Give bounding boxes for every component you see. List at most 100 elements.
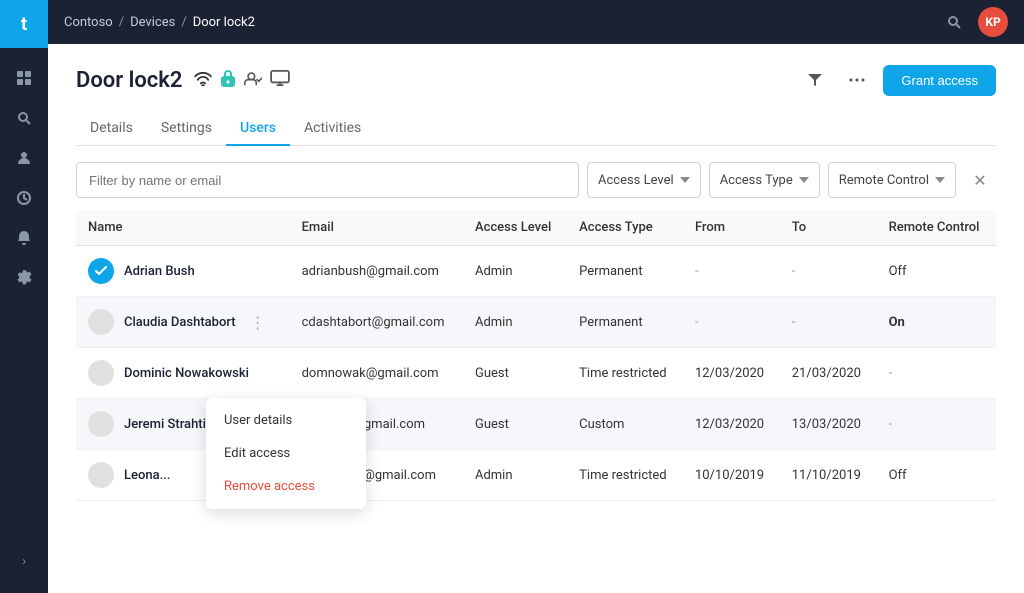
cell-to: 21/03/2020	[780, 348, 877, 399]
topbar-search-btn[interactable]	[938, 6, 970, 38]
lock-icon	[220, 69, 236, 91]
col-to: To	[780, 210, 877, 246]
sidebar-item-user[interactable]	[6, 140, 42, 176]
ctx-remove-access[interactable]: Remove access	[206, 470, 366, 503]
cell-access-type: Custom	[567, 399, 683, 450]
remote-control-label: Remote Control	[839, 173, 929, 188]
user-name: Dominic Nowakowski	[124, 366, 249, 381]
tabs: Details Settings Users Activities	[76, 112, 996, 146]
filter-row: Access Level Access Type Remote Control …	[76, 162, 996, 198]
cell-remote: -	[877, 399, 996, 450]
page-body: Door lock2	[48, 44, 1024, 593]
monitor-icon	[270, 70, 290, 90]
access-type-dropdown[interactable]: Access Type	[709, 162, 820, 198]
wifi-icon	[194, 71, 212, 90]
sidebar-item-grid[interactable]	[6, 60, 42, 96]
cell-from: 12/03/2020	[683, 399, 780, 450]
sidebar-item-bell[interactable]	[6, 220, 42, 256]
cell-access-level: Admin	[463, 297, 567, 348]
col-name: Name	[76, 210, 290, 246]
access-level-label: Access Level	[598, 173, 674, 188]
topbar-avatar[interactable]: KP	[978, 7, 1008, 37]
col-remote: Remote Control	[877, 210, 996, 246]
ctx-user-details[interactable]: User details	[206, 404, 366, 437]
table-row: Adrian Bush adrianbush@gmail.com Admin P…	[76, 246, 996, 297]
user-name: Adrian Bush	[124, 264, 195, 279]
cell-name: Dominic Nowakowski	[76, 348, 290, 399]
user-avatar	[88, 411, 114, 437]
cell-access-type: Permanent	[567, 297, 683, 348]
topbar: Contoso / Devices / Door lock2 KP	[48, 0, 1024, 44]
sidebar-nav	[6, 48, 42, 537]
tab-details[interactable]: Details	[76, 112, 147, 146]
page-actions: Grant access	[799, 64, 996, 96]
user-avatar	[88, 360, 114, 386]
filter-close-btn[interactable]: ✕	[964, 164, 996, 196]
breadcrumb: Contoso / Devices / Door lock2	[64, 15, 255, 30]
col-access-type: Access Type	[567, 210, 683, 246]
page-header: Door lock2	[76, 64, 996, 96]
user-check-icon	[244, 70, 262, 90]
cell-access-level: Admin	[463, 246, 567, 297]
table-wrap: Name Email Access Level Access Type From…	[76, 210, 996, 501]
cell-remote: -	[877, 348, 996, 399]
user-name: Leona...	[124, 468, 170, 483]
tab-settings[interactable]: Settings	[147, 112, 226, 146]
col-email: Email	[290, 210, 463, 246]
cell-remote: Off	[877, 450, 996, 501]
app-logo[interactable]: t	[0, 0, 48, 48]
breadcrumb-current: Door lock2	[193, 15, 255, 30]
cell-from: 10/10/2019	[683, 450, 780, 501]
filter-input-wrap[interactable]	[76, 162, 579, 198]
access-level-dropdown[interactable]: Access Level	[587, 162, 701, 198]
breadcrumb-sep1: /	[119, 15, 124, 30]
user-avatar	[88, 462, 114, 488]
grant-access-button[interactable]: Grant access	[883, 65, 996, 96]
cell-access-type: Time restricted	[567, 450, 683, 501]
cell-to: 13/03/2020	[780, 399, 877, 450]
context-menu: User details Edit access Remove access	[206, 398, 366, 509]
cell-to: 11/10/2019	[780, 450, 877, 501]
tab-users[interactable]: Users	[226, 112, 290, 146]
more-options-btn[interactable]	[841, 64, 873, 96]
cell-access-type: Time restricted	[567, 348, 683, 399]
user-avatar	[88, 309, 114, 335]
cell-remote: On	[877, 297, 996, 348]
cell-remote: Off	[877, 246, 996, 297]
sidebar-bottom: ›	[6, 537, 42, 593]
page-title: Door lock2	[76, 68, 182, 93]
filter-input[interactable]	[89, 173, 566, 188]
cell-access-level: Admin	[463, 450, 567, 501]
cell-email: adrianbush@gmail.com	[290, 246, 463, 297]
cell-access-level: Guest	[463, 399, 567, 450]
cell-name: Adrian Bush	[76, 246, 290, 297]
col-access-level: Access Level	[463, 210, 567, 246]
row-more-btn[interactable]: ⋮	[246, 311, 270, 334]
user-avatar-checked	[88, 258, 114, 284]
breadcrumb-sep2: /	[181, 15, 186, 30]
cell-from: -	[683, 246, 780, 297]
sidebar-item-clock[interactable]	[6, 180, 42, 216]
cell-email: domnowak@gmail.com	[290, 348, 463, 399]
remote-control-dropdown[interactable]: Remote Control	[828, 162, 956, 198]
breadcrumb-devices[interactable]: Devices	[130, 15, 175, 30]
table-row: Dominic Nowakowski domnowak@gmail.com Gu…	[76, 348, 996, 399]
cell-from: -	[683, 297, 780, 348]
cell-to: -	[780, 297, 877, 348]
page-title-row: Door lock2	[76, 68, 290, 93]
col-from: From	[683, 210, 780, 246]
page-icons	[194, 69, 290, 91]
main-content: Contoso / Devices / Door lock2 KP Door l…	[48, 0, 1024, 593]
tab-activities[interactable]: Activities	[290, 112, 375, 146]
cell-to: -	[780, 246, 877, 297]
cell-access-type: Permanent	[567, 246, 683, 297]
table-row: Claudia Dashtabort ⋮ cdashtabort@gmail.c…	[76, 297, 996, 348]
filter-btn[interactable]	[799, 64, 831, 96]
cell-from: 12/03/2020	[683, 348, 780, 399]
sidebar: t ›	[0, 0, 48, 593]
breadcrumb-contoso[interactable]: Contoso	[64, 15, 113, 30]
sidebar-item-search[interactable]	[6, 100, 42, 136]
sidebar-expand-btn[interactable]: ›	[6, 549, 42, 573]
ctx-edit-access[interactable]: Edit access	[206, 437, 366, 470]
sidebar-item-settings[interactable]	[6, 260, 42, 296]
